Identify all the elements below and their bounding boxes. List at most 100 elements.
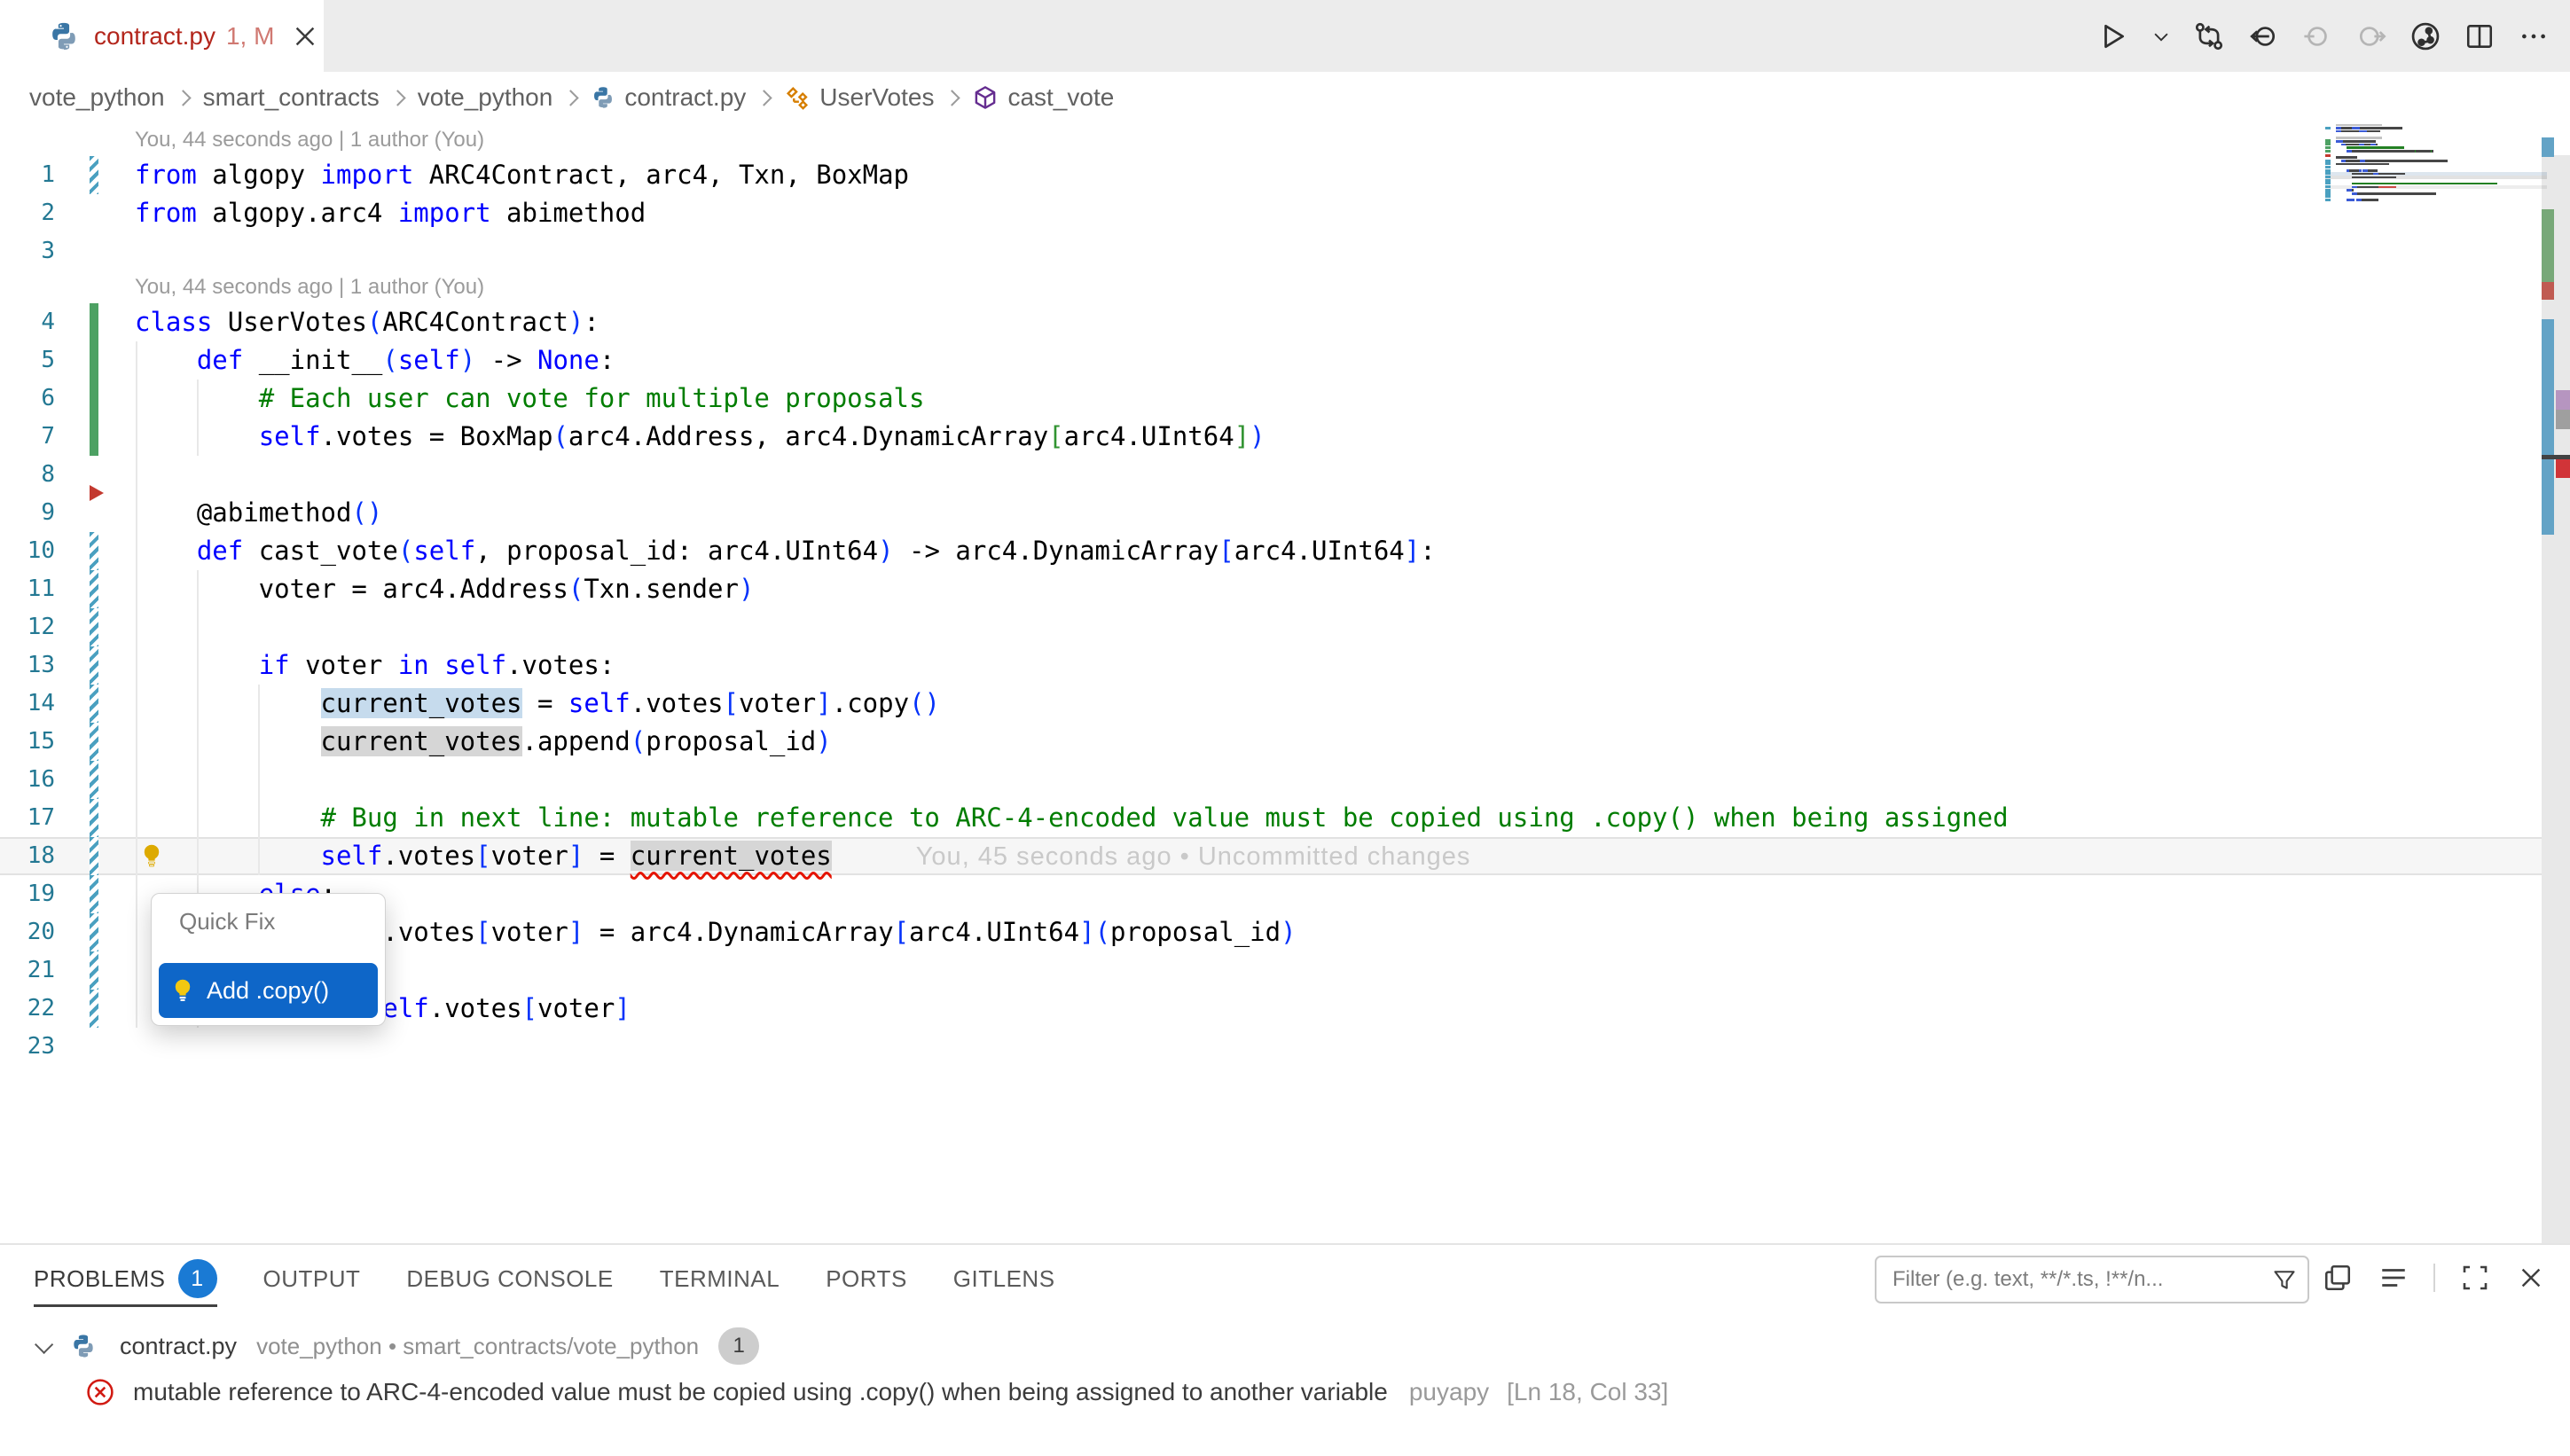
overview-ruler[interactable] — [2542, 123, 2570, 1243]
code-line-12[interactable]: 12 — [0, 608, 2542, 646]
run-button[interactable] — [2096, 20, 2130, 53]
tab-ports[interactable]: PORTS — [826, 1245, 907, 1312]
problems-filter[interactable] — [1875, 1256, 2309, 1303]
code-text[interactable]: @abimethod() — [135, 494, 382, 532]
code-editor[interactable]: You, 44 seconds ago | 1 author (You)1fro… — [0, 123, 2542, 1243]
gutter-modified-indicator[interactable] — [90, 799, 98, 837]
codelens-blame-text[interactable]: You, 44 seconds ago | 1 author (You) — [135, 270, 484, 303]
tab-output[interactable]: OUTPUT — [263, 1245, 361, 1312]
maximize-panel-icon[interactable] — [2459, 1262, 2491, 1294]
filter-input[interactable] — [1891, 1266, 2272, 1293]
compare-changes-icon[interactable] — [2192, 20, 2226, 53]
code-line-23[interactable]: 23 — [0, 1028, 2542, 1066]
code-text[interactable]: voter = arc4.Address(Txn.sender) — [135, 570, 754, 608]
line-number[interactable]: 12 — [0, 608, 55, 646]
codelens-blame-text[interactable]: You, 44 seconds ago | 1 author (You) — [135, 123, 484, 156]
line-number[interactable]: 15 — [0, 723, 55, 761]
view-as-list-icon[interactable] — [2378, 1262, 2409, 1294]
code-text[interactable]: self.votes = BoxMap(arc4.Address, arc4.D… — [135, 418, 1265, 456]
chevron-down-icon[interactable] — [35, 1335, 53, 1353]
line-number[interactable]: 4 — [0, 303, 55, 341]
code-line-11[interactable]: 11 voter = arc4.Address(Txn.sender) — [0, 570, 2542, 608]
tab-terminal[interactable]: TERMINAL — [660, 1245, 780, 1312]
line-number[interactable]: 5 — [0, 341, 55, 380]
line-number[interactable]: 21 — [0, 951, 55, 990]
code-text[interactable]: current_votes = self.votes[voter].copy() — [135, 685, 940, 723]
breadcrumb-item-file[interactable]: contract.py — [591, 83, 746, 112]
gitlens-codelens[interactable]: You, 44 seconds ago | 1 author (You) — [0, 123, 2542, 156]
gutter-modified-indicator[interactable] — [90, 156, 98, 194]
line-number[interactable]: 23 — [0, 1028, 55, 1066]
code-line-13[interactable]: 13 if voter in self.votes: — [0, 646, 2542, 685]
line-number[interactable]: 10 — [0, 532, 55, 570]
breadcrumb-item-class[interactable]: UserVotes — [784, 83, 934, 112]
gitlens-codelens[interactable]: You, 44 seconds ago | 1 author (You) — [0, 270, 2542, 303]
gutter-added-indicator[interactable] — [90, 380, 98, 418]
problem-row[interactable]: mutable reference to ARC-4-encoded value… — [0, 1369, 2570, 1415]
line-number[interactable]: 9 — [0, 494, 55, 532]
code-text[interactable]: def cast_vote(self, proposal_id: arc4.UI… — [135, 532, 1436, 570]
code-text[interactable]: self.votes[voter] = current_votesYou, 45… — [135, 837, 1470, 876]
tab-problems[interactable]: PROBLEMS 1 — [34, 1245, 217, 1312]
previous-change-icon[interactable] — [2300, 20, 2334, 53]
code-text[interactable]: def __init__(self) -> None: — [135, 341, 615, 380]
gutter-modified-indicator[interactable] — [90, 990, 98, 1028]
line-number[interactable]: 6 — [0, 380, 55, 418]
gutter-added-indicator[interactable] — [90, 418, 98, 456]
line-number[interactable]: 8 — [0, 456, 55, 494]
gutter-modified-indicator[interactable] — [90, 570, 98, 608]
code-line-3[interactable]: 3 — [0, 232, 2542, 270]
breadcrumb-item-folder[interactable]: smart_contracts — [203, 83, 380, 112]
line-number[interactable]: 20 — [0, 913, 55, 951]
line-number[interactable]: 3 — [0, 232, 55, 270]
tab-close-icon[interactable] — [292, 23, 318, 50]
code-text[interactable]: class UserVotes(ARC4Contract): — [135, 303, 599, 341]
code-line-16[interactable]: 16 — [0, 761, 2542, 799]
more-actions-icon[interactable] — [2517, 20, 2550, 53]
line-number[interactable]: 17 — [0, 799, 55, 837]
view-as-table-icon[interactable] — [2322, 1262, 2354, 1294]
quick-fix-action-add-copy[interactable]: Add .copy() — [159, 963, 378, 1018]
code-line-15[interactable]: 15 current_votes.append(proposal_id) — [0, 723, 2542, 761]
gutter-modified-indicator[interactable] — [90, 761, 98, 799]
split-editor-icon[interactable] — [2463, 20, 2496, 53]
breadcrumb-item-folder[interactable]: vote_python — [29, 83, 165, 112]
open-changes-previous-icon[interactable] — [2246, 20, 2280, 53]
gutter-added-indicator[interactable] — [90, 303, 98, 341]
line-number[interactable]: 19 — [0, 875, 55, 913]
gutter-added-indicator[interactable] — [90, 341, 98, 380]
breadcrumb-item-folder[interactable]: vote_python — [418, 83, 553, 112]
gutter-modified-indicator[interactable] — [90, 685, 98, 723]
code-text[interactable]: from algopy.arc4 import abimethod — [135, 194, 646, 232]
code-text[interactable]: current_votes.append(proposal_id) — [135, 723, 832, 761]
code-line-7[interactable]: 7 self.votes = BoxMap(arc4.Address, arc4… — [0, 418, 2542, 456]
next-change-icon[interactable] — [2355, 20, 2388, 53]
line-number[interactable]: 11 — [0, 570, 55, 608]
gutter-modified-indicator[interactable] — [90, 532, 98, 570]
code-line-18[interactable]: 18 self.votes[voter] = current_votesYou,… — [0, 837, 2542, 875]
gutter-modified-indicator[interactable] — [90, 951, 98, 990]
code-text[interactable]: # Bug in next line: mutable reference to… — [135, 799, 2009, 837]
code-line-4[interactable]: 4 class UserVotes(ARC4Contract): — [0, 303, 2542, 341]
code-line-8[interactable]: 8 — [0, 456, 2542, 494]
gutter-modified-indicator[interactable] — [90, 608, 98, 646]
gutter-modified-indicator[interactable] — [90, 875, 98, 913]
line-number[interactable]: 18 — [0, 837, 55, 875]
editor-tab-contract-py[interactable]: contract.py 1, M — [0, 0, 324, 72]
code-line-1[interactable]: 1from algopy import ARC4Contract, arc4, … — [0, 156, 2542, 194]
line-number[interactable]: 7 — [0, 418, 55, 456]
code-text[interactable]: if voter in self.votes: — [135, 646, 615, 685]
line-number[interactable]: 22 — [0, 990, 55, 1028]
file-history-icon[interactable] — [2409, 20, 2442, 53]
tab-debug-console[interactable]: DEBUG CONSOLE — [406, 1245, 613, 1312]
line-number[interactable]: 14 — [0, 685, 55, 723]
problems-file-row[interactable]: contract.py vote_python • smart_contract… — [0, 1323, 2570, 1369]
gutter-modified-indicator[interactable] — [90, 646, 98, 685]
code-line-9[interactable]: 9 @abimethod() — [0, 494, 2542, 532]
code-line-5[interactable]: 5 def __init__(self) -> None: — [0, 341, 2542, 380]
code-line-10[interactable]: 10 def cast_vote(self, proposal_id: arc4… — [0, 532, 2542, 570]
line-number[interactable]: 2 — [0, 194, 55, 232]
code-line-2[interactable]: 2 from algopy.arc4 import abimethod — [0, 194, 2542, 232]
code-line-17[interactable]: 17 # Bug in next line: mutable reference… — [0, 799, 2542, 837]
line-number[interactable]: 16 — [0, 761, 55, 799]
